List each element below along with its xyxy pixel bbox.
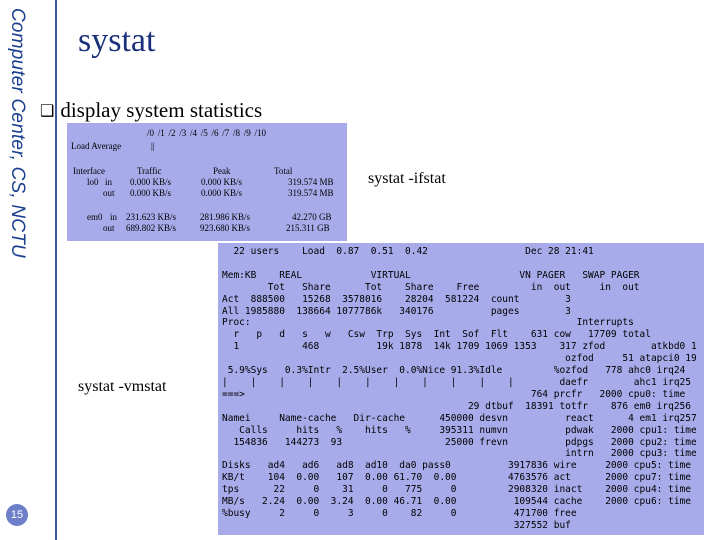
sidebar: Computer Center, CS, NCTU 15 xyxy=(0,0,50,540)
ifstat-iface: lo0 xyxy=(87,177,99,187)
ifstat-traffic: 689.802 KB/s xyxy=(126,223,177,233)
ifstat-traffic: 0.000 KB/s xyxy=(130,188,172,198)
ifstat-total: 319.574 MB xyxy=(288,177,334,187)
ifstat-header-total: Total xyxy=(274,166,293,176)
ifstat-dir: in xyxy=(105,177,113,187)
vmstat-screenshot: 22 users Load 0.87 0.51 0.42 Dec 28 21:4… xyxy=(218,243,704,535)
vmstat-caption: systat -vmstat xyxy=(78,378,167,395)
ifstat-traffic: 231.623 KB/s xyxy=(126,212,177,222)
ifstat-total: 215.311 GB xyxy=(286,223,330,233)
vmstat-output: 22 users Load 0.87 0.51 0.42 Dec 28 21:4… xyxy=(222,246,697,531)
page-number-badge: 15 xyxy=(6,504,28,526)
ifstat-total: 42.270 GB xyxy=(292,212,332,222)
bullet-text: display system statistics xyxy=(60,98,263,122)
ifstat-peak: 0.000 KB/s xyxy=(201,188,243,198)
ifstat-load-bar: || xyxy=(151,141,155,151)
ifstat-dir: out xyxy=(103,188,115,198)
ifstat-peak: 923.680 KB/s xyxy=(200,223,251,233)
ifstat-header-peak: Peak xyxy=(213,166,231,176)
vertical-title: Computer Center, CS, NCTU xyxy=(7,8,28,258)
ifstat-load-label: Load Average xyxy=(71,141,122,151)
slide-title: systat xyxy=(78,22,156,59)
ifstat-iface: em0 xyxy=(87,212,103,222)
ifstat-header-interface: Interface xyxy=(73,166,105,176)
bullet-item: ❑ display system statistics xyxy=(40,98,262,123)
ifstat-caption: systat -ifstat xyxy=(368,170,446,187)
divider-rule xyxy=(55,0,57,540)
ifstat-dir: in xyxy=(110,212,118,222)
ifstat-traffic: 0.000 KB/s xyxy=(130,177,172,187)
ifstat-peak: 0.000 KB/s xyxy=(201,177,243,187)
ifstat-total: 319.574 MB xyxy=(288,188,334,198)
ifstat-dir: out xyxy=(103,223,115,233)
ifstat-peak: 281.986 KB/s xyxy=(200,212,251,222)
ifstat-scale: /0 /1 /2 /3 /4 /5 /6 /7 /8 /9 /10 xyxy=(147,128,267,138)
ifstat-header-traffic: Traffic xyxy=(137,166,162,176)
square-bullet-icon: ❑ xyxy=(40,101,55,120)
ifstat-screenshot: /0 /1 /2 /3 /4 /5 /6 /7 /8 /9 /10 Load A… xyxy=(67,123,347,241)
